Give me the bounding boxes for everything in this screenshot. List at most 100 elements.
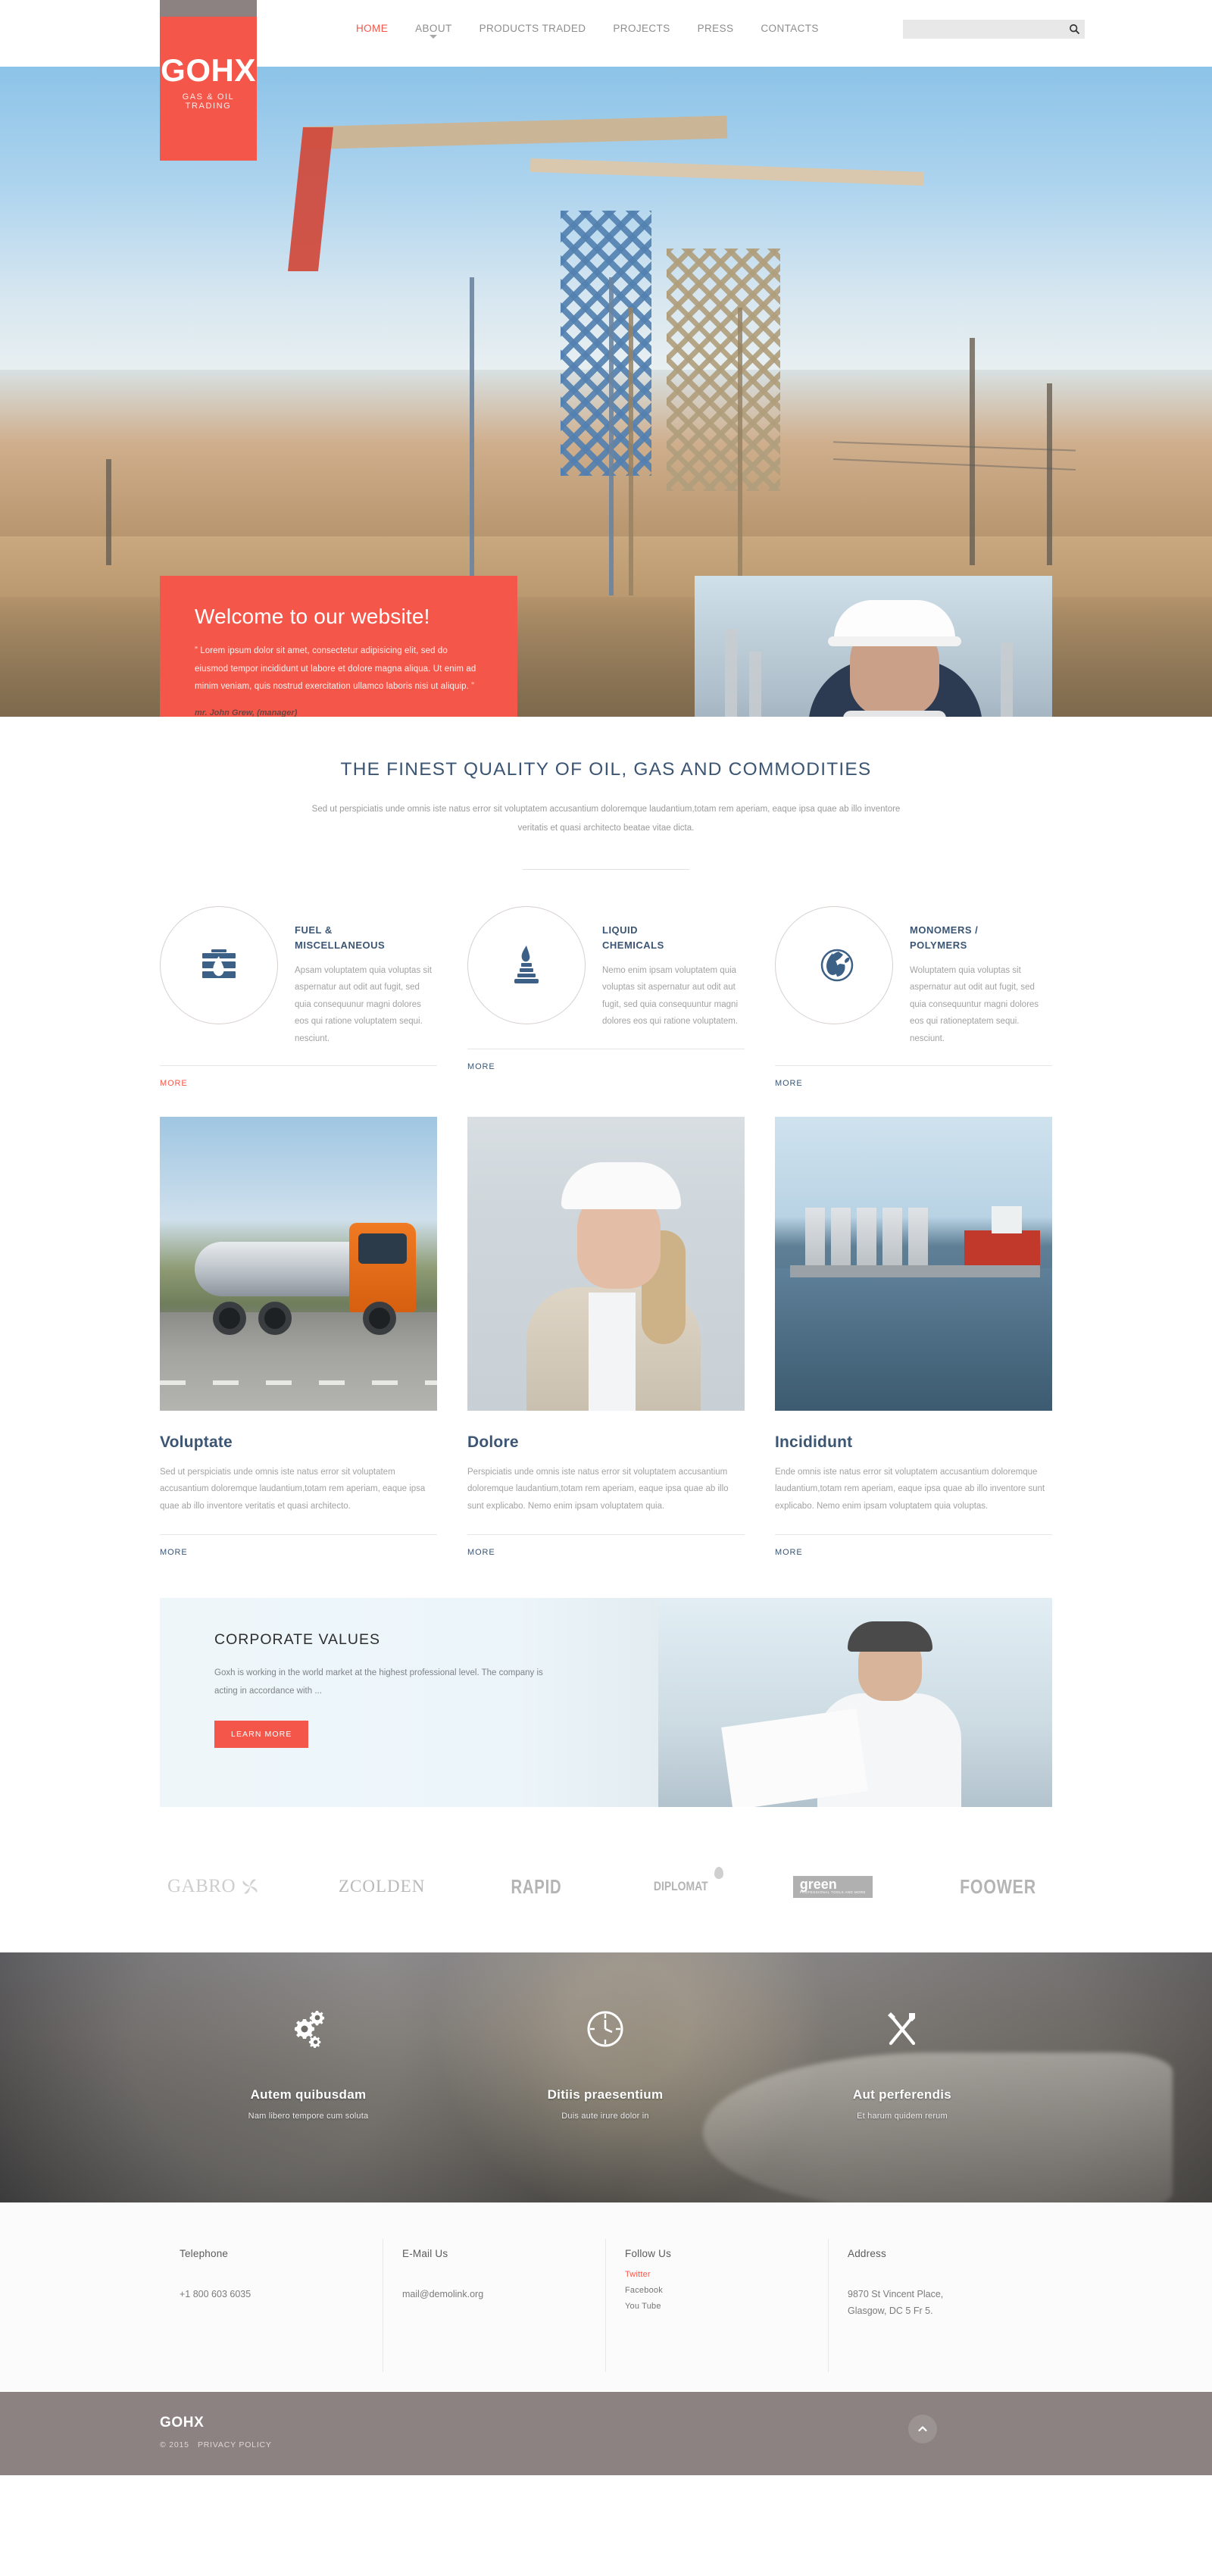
refinery-stack-1 (725, 629, 737, 717)
footer-column-heading: Telephone (180, 2248, 229, 2260)
brand-label: DIPLOMAT (654, 1879, 708, 1894)
service-card-monomers-polymers: MONOMERS / POLYMERS Woluptatem quia volu… (775, 905, 1052, 1089)
brand-sublabel: PROFESSIONAL TOOLS AND MORE (799, 1890, 866, 1894)
logo-top-strip (160, 0, 257, 17)
ship-superstructure (992, 1205, 1022, 1233)
services-container: FUEL & MISCELLANEOUS Apsam voluptatem qu… (160, 905, 1052, 1929)
footer-contacts: Telephone +1 800 603 6035 E-Mail Us mail… (0, 2202, 1212, 2393)
footer-address-value: 9870 St Vincent Place, Glasgow, DC 5 Fr … (848, 2289, 944, 2317)
nav-item-label: HOME (356, 23, 389, 34)
card-text: Ende omnis iste natus error sit voluptat… (775, 1467, 1045, 1511)
brand-zcolden[interactable]: ZCOLDEN (339, 1877, 425, 1896)
derrick-frame-right (629, 308, 742, 596)
footer-email-value[interactable]: mail@demolink.org (402, 2287, 605, 2303)
brand-rapid[interactable]: RAPID (504, 1875, 569, 1899)
clock-icon (587, 2011, 623, 2047)
engineer-woman-photo (467, 1116, 745, 1411)
social-links: Twitter Facebook You Tube (625, 2270, 828, 2311)
chevron-down-icon (430, 35, 438, 39)
logo-title: GOHX (161, 52, 256, 88)
copyright-text: © 2015 (160, 2440, 189, 2450)
service-text: Nemo enim ipsam voluptatem quia voluptas… (602, 965, 739, 1027)
brand-diplomat[interactable]: DIPLOMAT (648, 1867, 723, 1894)
brand-foower[interactable]: FOOWER (951, 1875, 1045, 1899)
footer-column-email: E-Mail Us mail@demolink.org (383, 2239, 605, 2392)
footer-column-heading: E-Mail Us (402, 2248, 448, 2260)
back-to-top-button[interactable] (908, 2415, 937, 2444)
nav-item-projects[interactable]: PROJECTS (613, 23, 670, 34)
card-more-link[interactable]: MORE (467, 1548, 495, 1557)
power-wire-1 (833, 441, 1076, 452)
section-divider (523, 868, 689, 870)
content-card-incididunt: Incididunt Ende omnis iste natus error s… (775, 1116, 1052, 1558)
gears-icon (295, 2011, 325, 2049)
card-divider (467, 1534, 745, 1536)
service-title-line2: CHEMICALS (602, 939, 664, 951)
footer-column-heading: Follow Us (625, 2248, 672, 2260)
social-link-facebook[interactable]: Facebook (625, 2286, 828, 2295)
search-box[interactable] (903, 20, 1085, 39)
card-text: Sed ut perspiciatis unde omnis iste natu… (160, 1467, 426, 1511)
feature-title: Aut perferendis (852, 2087, 952, 2102)
refinery-stack-3 (1001, 642, 1013, 717)
card-more-link[interactable]: MORE (775, 1548, 803, 1557)
intro-section: THE FINEST QUALITY OF OIL, GAS AND COMMO… (0, 717, 1212, 870)
card-text: Perspiciatis unde omnis iste natus error… (467, 1467, 729, 1511)
hard-hat-icon (561, 1161, 681, 1209)
hero-heading: Welcome to our website! (195, 605, 430, 628)
hero-worker-photo (695, 576, 1052, 717)
hero-slider: Welcome to our website! ” Lorem ipsum do… (0, 67, 1212, 717)
service-more-link[interactable]: MORE (467, 1062, 495, 1071)
nav-item-contacts[interactable]: CONTACTS (761, 23, 818, 34)
partner-brands-row: GABRO ZCOLDEN RAPID DIPLOMAT green PROFE… (160, 1845, 1052, 1928)
quay (790, 1265, 1040, 1277)
social-link-twitter[interactable]: Twitter (625, 2270, 828, 2279)
hero-author: mr. John Grew, (manager) (195, 708, 298, 717)
wrench-screwdriver-icon (888, 2012, 916, 2046)
nav-item-press[interactable]: PRESS (698, 23, 734, 34)
brand-label: RAPID (511, 1874, 562, 1898)
brand-green[interactable]: green PROFESSIONAL TOOLS AND MORE (792, 1876, 873, 1898)
truck-wheel (258, 1301, 292, 1335)
service-more-link[interactable]: MORE (160, 1079, 188, 1088)
features-band: Autem quibusdam Nam libero tempore cum s… (0, 1952, 1212, 2203)
nav-item-products-traded[interactable]: PRODUCTS TRADED (479, 23, 586, 34)
card-divider (160, 1064, 437, 1066)
utility-pole-2 (1047, 383, 1052, 565)
service-text: Woluptatem quia voluptas sit aspernatur … (910, 965, 1039, 1043)
nav-item-about[interactable]: ABOUT (415, 23, 452, 39)
service-title-line1: LIQUID (602, 924, 639, 936)
feature-text: Et harum quidem rerum (857, 2112, 948, 2121)
service-title: MONOMERS / POLYMERS (910, 923, 1052, 953)
footer-column-heading: Address (848, 2248, 886, 2260)
service-icon-circle (467, 905, 586, 1024)
social-link-youtube[interactable]: You Tube (625, 2302, 828, 2311)
brand-label: green (799, 1877, 837, 1892)
service-title-line2: MISCELLANEOUS (295, 939, 386, 951)
search-button[interactable] (1064, 20, 1085, 39)
card-more-link[interactable]: MORE (160, 1548, 188, 1557)
service-text: Apsam voluptatem quia voluptas sit asper… (295, 965, 432, 1043)
service-card-liquid-chemicals: LIQUID CHEMICALS Nemo enim ipsam volupta… (467, 905, 745, 1089)
footer-bottom-bar: GOHX © 2015 PRIVACY POLICY (0, 2392, 1212, 2476)
corporate-values-banner: CORPORATE VALUES Goxh is working in the … (160, 1598, 1052, 1808)
intro-subtitle: Sed ut perspiciatis unde omnis iste natu… (311, 805, 901, 833)
learn-more-button[interactable]: LEARN MORE (214, 1720, 309, 1748)
search-input[interactable] (903, 20, 1064, 39)
site-logo[interactable]: GOHX GAS & OIL TRADING (160, 0, 257, 161)
service-more-link[interactable]: MORE (775, 1079, 803, 1088)
feature-title: Ditiis praesentium (547, 2087, 664, 2102)
nav-item-home[interactable]: HOME (356, 23, 388, 34)
brand-gabro[interactable]: GABRO (167, 1876, 260, 1897)
card-title: Dolore (467, 1433, 519, 1451)
brand-label: FOOWER (960, 1874, 1036, 1898)
feature-ditiis-praesentium: Ditiis praesentium Duis aute irure dolor… (457, 1996, 754, 2121)
nav-item-label: PROJECTS (613, 23, 670, 34)
privacy-policy-link[interactable]: PRIVACY POLICY (198, 2440, 272, 2449)
card-title: Incididunt (775, 1433, 853, 1451)
person-shirt (589, 1292, 636, 1411)
services-row: FUEL & MISCELLANEOUS Apsam voluptatem qu… (160, 905, 1052, 1089)
utility-pole-1 (970, 338, 975, 565)
brand-label-box: green PROFESSIONAL TOOLS AND MORE (792, 1876, 873, 1898)
chemical-flame-icon (514, 945, 539, 983)
